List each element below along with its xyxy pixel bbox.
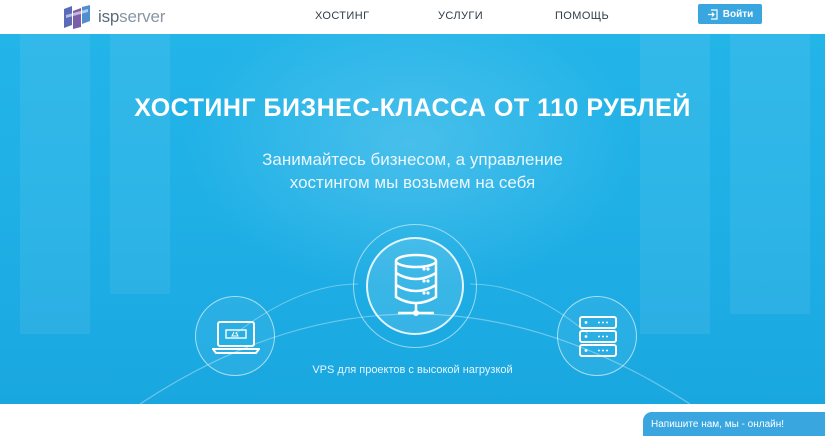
site-header: ispserver ХОСТИНГ УСЛУГИ ПОМОЩЬ Войти xyxy=(0,0,825,34)
login-label: Войти xyxy=(722,8,754,20)
nav-hosting[interactable]: ХОСТИНГ xyxy=(315,10,369,22)
chat-label: Напишите нам, мы - онлайн! xyxy=(651,418,785,430)
hero-caption: VPS для проектов с высокой нагрузкой xyxy=(312,364,513,376)
database-icon-inner xyxy=(366,237,464,335)
login-icon xyxy=(707,8,718,20)
server-rack-icon xyxy=(579,316,617,357)
laptop-icon xyxy=(212,321,260,354)
hero-banner: ХОСТИНГ БИЗНЕС-КЛАССА ОТ 110 РУБЛЕЙ Зани… xyxy=(0,34,825,404)
logo[interactable]: ispserver xyxy=(62,4,172,30)
database-icon-ring[interactable] xyxy=(353,224,477,348)
connection-arc xyxy=(139,283,691,404)
database-icon xyxy=(394,253,438,316)
logo-text: ispserver xyxy=(98,7,166,26)
logo-mark-icon xyxy=(64,5,90,29)
nav-help[interactable]: ПОМОЩЬ xyxy=(555,10,609,22)
chat-widget[interactable]: Напишите нам, мы - онлайн! xyxy=(643,412,825,436)
login-button[interactable]: Войти xyxy=(698,4,762,24)
nav-services[interactable]: УСЛУГИ xyxy=(438,10,483,22)
